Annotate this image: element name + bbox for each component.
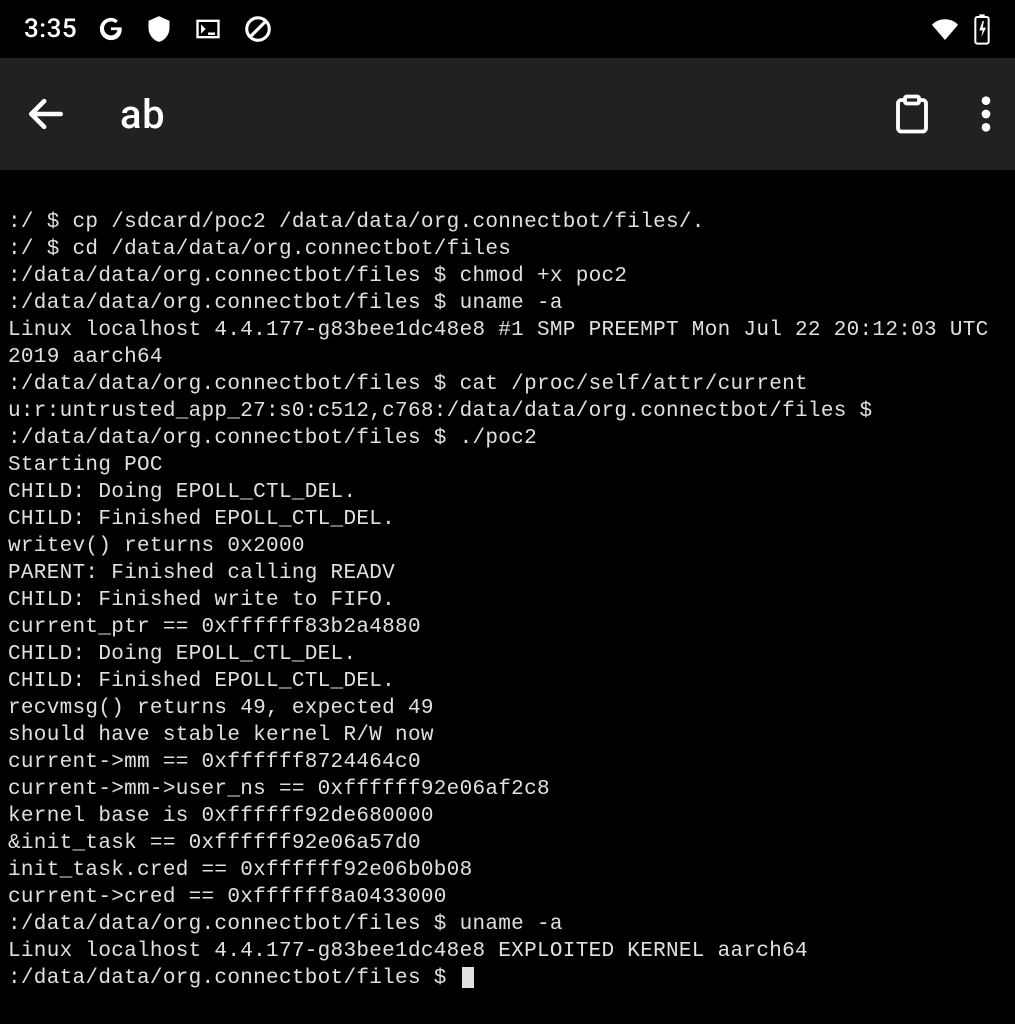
terminal-output[interactable]: :/ $ cp /sdcard/poc2 /data/data/org.conn… <box>0 170 1015 992</box>
terminal-cursor <box>462 967 474 988</box>
google-icon <box>97 15 125 43</box>
terminal-line: CHILD: Doing EPOLL_CTL_DEL. <box>8 479 1007 506</box>
terminal-line: should have stable kernel R/W now <box>8 722 1007 749</box>
terminal-line: init_task.cred == 0xffffff92e06b0b08 <box>8 857 1007 884</box>
terminal-line: current->mm == 0xffffff8724464c0 <box>8 749 1007 776</box>
terminal-line: :/data/data/org.connectbot/files $ <box>8 965 1007 992</box>
terminal-line: Starting POC <box>8 452 1007 479</box>
terminal-line: :/ $ cd /data/data/org.connectbot/files <box>8 236 1007 263</box>
no-sign-icon <box>243 14 273 44</box>
terminal-line: :/data/data/org.connectbot/files $ uname… <box>8 911 1007 938</box>
terminal-line: current->mm->user_ns == 0xffffff92e06af2… <box>8 776 1007 803</box>
shield-icon <box>145 14 173 44</box>
terminal-line: u:r:untrusted_app_27:s0:c512,c768:/data/… <box>8 398 1007 425</box>
terminal-line: kernel base is 0xffffff92de680000 <box>8 803 1007 830</box>
more-options-button[interactable] <box>981 94 991 134</box>
app-bar-right <box>891 92 991 136</box>
status-bar-right <box>929 13 991 45</box>
terminal-line: :/data/data/org.connectbot/files $ chmod… <box>8 263 1007 290</box>
app-title: ab <box>120 91 165 138</box>
terminal-line: CHILD: Finished EPOLL_CTL_DEL. <box>8 506 1007 533</box>
terminal-line: Linux localhost 4.4.177-g83bee1dc48e8 #1… <box>8 317 1007 371</box>
terminal-icon <box>193 15 223 43</box>
status-bar-left: 3:35 <box>24 14 273 44</box>
status-bar: 3:35 <box>0 0 1015 58</box>
terminal-line: CHILD: Finished EPOLL_CTL_DEL. <box>8 668 1007 695</box>
terminal-line: :/data/data/org.connectbot/files $ uname… <box>8 290 1007 317</box>
terminal-line: :/data/data/org.connectbot/files $ ./poc… <box>8 425 1007 452</box>
terminal-line: CHILD: Finished write to FIFO. <box>8 587 1007 614</box>
back-button[interactable] <box>24 92 68 136</box>
terminal-line: CHILD: Doing EPOLL_CTL_DEL. <box>8 641 1007 668</box>
battery-charging-icon <box>973 13 991 45</box>
terminal-line: recvmsg() returns 49, expected 49 <box>8 695 1007 722</box>
terminal-line: Linux localhost 4.4.177-g83bee1dc48e8 EX… <box>8 938 1007 965</box>
terminal-line: writev() returns 0x2000 <box>8 533 1007 560</box>
clock: 3:35 <box>24 14 77 44</box>
wifi-icon <box>929 16 961 42</box>
terminal-line: :/ $ cp /sdcard/poc2 /data/data/org.conn… <box>8 209 1007 236</box>
terminal-line: current->cred == 0xffffff8a0433000 <box>8 884 1007 911</box>
clipboard-button[interactable] <box>891 92 933 136</box>
app-bar: ab <box>0 58 1015 170</box>
app-bar-left: ab <box>24 91 165 138</box>
terminal-line: current_ptr == 0xffffff83b2a4880 <box>8 614 1007 641</box>
terminal-line: :/data/data/org.connectbot/files $ cat /… <box>8 371 1007 398</box>
terminal-line: PARENT: Finished calling READV <box>8 560 1007 587</box>
terminal-line: &init_task == 0xffffff92e06a57d0 <box>8 830 1007 857</box>
